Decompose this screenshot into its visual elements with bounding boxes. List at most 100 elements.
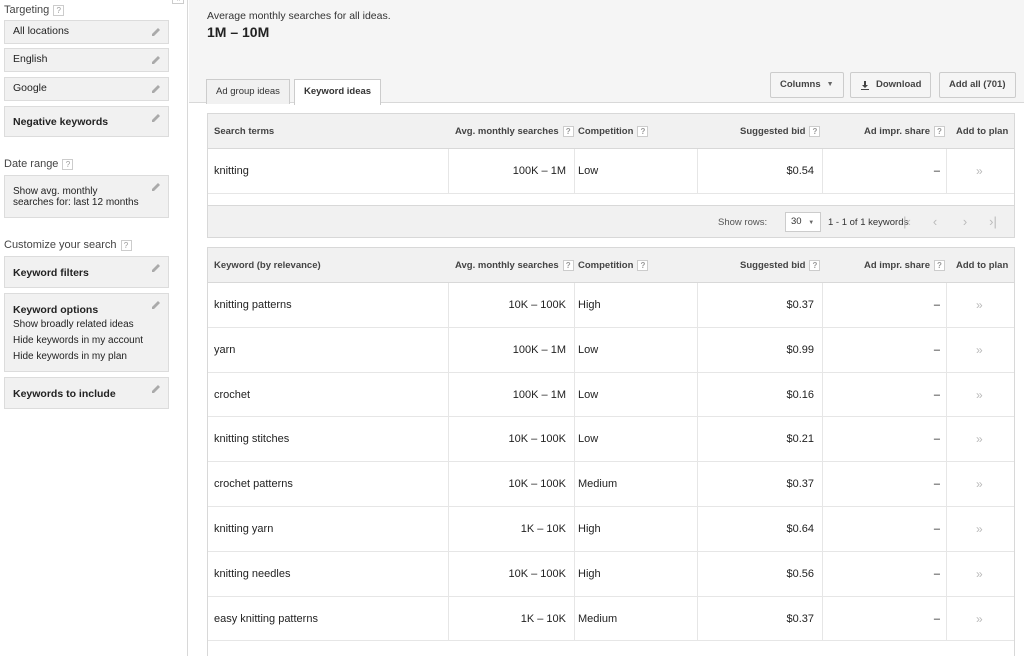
chevron-double-right-icon[interactable]: » (976, 552, 983, 596)
rows-per-page-select[interactable]: 30 ▼ (785, 212, 821, 232)
keyword-filters-label: Keyword filters (13, 267, 89, 279)
date-range-filter[interactable]: Show avg. monthly searches for: last 12 … (4, 175, 169, 218)
impr-share-cell: – (933, 343, 940, 356)
column-divider (822, 596, 823, 641)
col-keyword-by-relevance[interactable]: Keyword (by relevance) (214, 248, 321, 283)
network-filter[interactable]: Google (4, 77, 169, 101)
header-label: Competition (578, 260, 634, 271)
bid-cell: $0.37 (786, 612, 814, 625)
download-button[interactable]: Download (850, 72, 932, 98)
help-icon[interactable]: ? (934, 126, 945, 137)
pencil-icon[interactable] (150, 26, 162, 38)
pencil-icon[interactable] (150, 262, 162, 274)
header-label: Avg. monthly searches (455, 260, 559, 271)
column-divider (574, 462, 575, 506)
prev-page-icon[interactable]: ‹ (926, 213, 944, 231)
column-divider (697, 596, 698, 641)
chevron-double-right-icon[interactable]: » (976, 373, 983, 417)
pencil-icon[interactable] (150, 54, 162, 66)
help-icon[interactable]: ? (809, 126, 821, 137)
col-avg-monthly-searches[interactable]: Avg. monthly searches? (455, 114, 574, 149)
help-icon[interactable]: ? (120, 239, 132, 251)
chevron-double-right-icon[interactable]: » (976, 507, 983, 551)
column-divider (822, 462, 823, 506)
tab-ad-group-ideas[interactable]: Ad group ideas (206, 79, 290, 104)
chevron-double-right-icon[interactable]: » (976, 283, 983, 327)
bid-cell: $0.56 (786, 567, 814, 580)
searches-cell: 1K – 10K (520, 612, 566, 625)
collapse-sidebar-button[interactable]: « (172, 0, 184, 4)
header-label: Competition (578, 126, 634, 137)
bid-cell: $0.54 (786, 165, 814, 177)
negative-keywords-label: Negative keywords (13, 116, 109, 128)
column-divider (574, 372, 575, 417)
pencil-icon[interactable] (150, 83, 162, 95)
col-ad-impr-share[interactable]: Ad impr. share? (864, 248, 945, 283)
column-divider (697, 327, 698, 372)
next-page-icon[interactable]: › (956, 213, 974, 231)
searches-cell: 10K – 100K (508, 567, 567, 580)
first-page-icon[interactable]: |‹ (898, 213, 916, 231)
targeting-title-label: Targeting (4, 4, 50, 16)
chevron-double-right-icon[interactable]: » (976, 597, 983, 641)
col-avg-monthly-searches[interactable]: Avg. monthly searches? (455, 248, 574, 283)
bid-cell: $0.21 (786, 433, 814, 446)
help-icon[interactable]: ? (637, 260, 649, 271)
help-icon[interactable]: ? (934, 260, 945, 271)
chevron-double-right-icon[interactable]: » (976, 149, 983, 193)
col-competition[interactable]: Competition? (578, 114, 649, 149)
location-filter[interactable]: All locations (4, 20, 169, 44)
chevron-double-right-icon[interactable]: » (976, 417, 983, 461)
table-row: crochet patterns 10K – 100K Medium $0.37 – » (208, 462, 1014, 507)
help-icon[interactable]: ? (637, 126, 649, 137)
help-icon[interactable]: ? (62, 158, 74, 170)
pencil-icon[interactable] (150, 299, 162, 311)
header-label: Add to plan (956, 126, 1009, 137)
bid-cell: $0.99 (786, 343, 814, 356)
chevron-double-right-icon[interactable]: » (976, 462, 983, 506)
table-row: crochet 100K – 1M Low $0.16 – » (208, 372, 1014, 418)
chevron-double-right-icon[interactable]: » (976, 328, 983, 372)
keyword-option-item: Show broadly related ideas (13, 319, 134, 330)
impr-share-cell: – (933, 299, 940, 311)
col-search-terms[interactable]: Search terms (214, 114, 274, 149)
tab-keyword-ideas[interactable]: Keyword ideas (294, 79, 382, 105)
col-suggested-bid[interactable]: Suggested bid? (740, 248, 821, 283)
column-divider (574, 149, 575, 193)
col-ad-impr-share[interactable]: Ad impr. share? (864, 114, 945, 149)
date-range-value: Show avg. monthly searches for: last 12 … (13, 186, 139, 208)
help-icon[interactable]: ? (809, 260, 821, 271)
add-all-button[interactable]: Add all (701) (939, 72, 1016, 98)
column-divider (822, 327, 823, 372)
column-divider (574, 551, 575, 596)
keyword-cell: knitting yarn (214, 522, 274, 535)
column-divider (574, 417, 575, 462)
table-row: knitting needles 10K – 100K High $0.56 – » (208, 551, 1014, 597)
col-competition[interactable]: Competition? (578, 248, 649, 283)
help-icon[interactable]: ? (53, 4, 65, 16)
column-divider (946, 417, 947, 462)
col-suggested-bid[interactable]: Suggested bid? (740, 114, 821, 149)
impr-share-cell: – (933, 567, 940, 580)
pencil-icon[interactable] (150, 383, 162, 395)
keyword-cell: easy knitting patterns (214, 612, 318, 625)
competition-cell: Low (578, 343, 599, 356)
columns-button[interactable]: Columns ▼ (770, 72, 844, 98)
keyword-filters-card[interactable]: Keyword filters (4, 256, 169, 288)
column-divider (822, 283, 823, 327)
table-row: knitting patterns 10K – 100K High $0.37 – » (208, 283, 1014, 328)
language-filter[interactable]: English (4, 48, 169, 72)
keyword-options-title: Keyword options (13, 304, 99, 316)
help-icon[interactable]: ? (562, 260, 574, 271)
table-row: knitting stitches 10K – 100K Low $0.21 – » (208, 417, 1014, 463)
help-icon[interactable]: ? (562, 126, 574, 137)
keywords-to-include-card[interactable]: Keywords to include (4, 377, 169, 409)
last-page-icon[interactable]: ›| (984, 213, 1002, 231)
negative-keywords-filter[interactable]: Negative keywords (4, 106, 169, 137)
pencil-icon[interactable] (150, 112, 162, 124)
searches-cell: 1K – 10K (520, 522, 566, 535)
column-divider (574, 327, 575, 372)
keyword-options-card[interactable]: Keyword options Show broadly related ide… (4, 293, 169, 372)
header-label: Keyword (by relevance) (214, 260, 321, 271)
pencil-icon[interactable] (150, 181, 162, 193)
